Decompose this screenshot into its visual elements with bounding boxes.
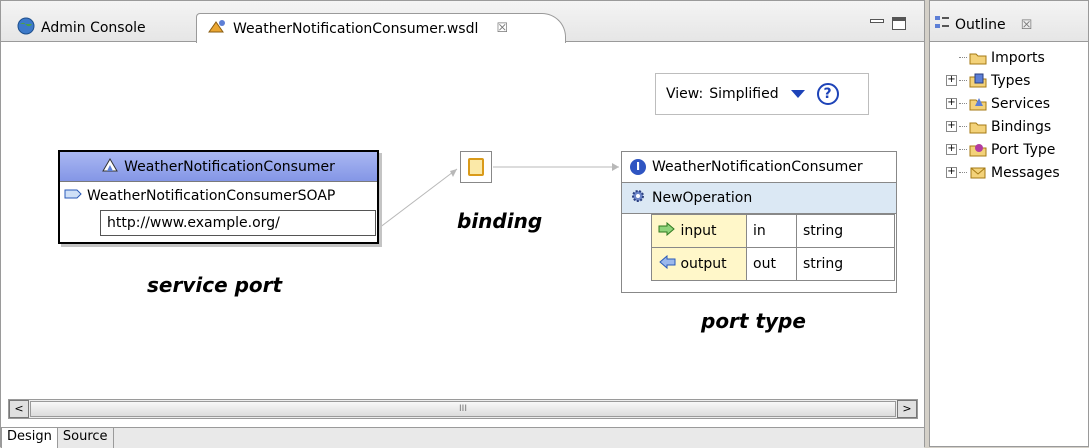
table-row[interactable]: output out string bbox=[651, 247, 895, 281]
tree-item-services[interactable]: + Services bbox=[930, 92, 1088, 115]
message-name: output bbox=[680, 256, 727, 272]
service-icon bbox=[102, 157, 119, 176]
expand-icon[interactable]: + bbox=[946, 167, 957, 178]
service-name: WeatherNotificationConsumer bbox=[124, 158, 335, 175]
view-value: Simplified bbox=[709, 86, 779, 102]
wsdl-file-icon bbox=[207, 18, 227, 40]
caption-port-type: port type bbox=[701, 309, 806, 333]
close-icon[interactable]: ☒ bbox=[1021, 18, 1033, 33]
scroll-right-button[interactable]: > bbox=[897, 400, 917, 418]
close-icon[interactable]: ☒ bbox=[496, 21, 508, 36]
port-type-box[interactable]: I WeatherNotificationConsumer NewOperati… bbox=[621, 151, 897, 293]
tab-admin-console[interactable]: Admin Console bbox=[7, 13, 192, 42]
tree-item-messages[interactable]: + Messages bbox=[930, 161, 1088, 184]
type-cell: string bbox=[796, 247, 895, 281]
type-cell: string bbox=[796, 214, 895, 248]
tree-item-label: Types bbox=[991, 72, 1031, 89]
tab-wsdl-file[interactable]: WeatherNotificationConsumer.wsdl ☒ bbox=[196, 13, 566, 43]
dropdown-arrow-icon[interactable] bbox=[790, 90, 805, 98]
output-arrow-icon bbox=[658, 254, 676, 273]
wsdl-editor: Admin Console WeatherNotificationConsume… bbox=[0, 0, 925, 448]
minimize-button[interactable] bbox=[870, 19, 884, 23]
tab-label: WeatherNotificationConsumer.wsdl bbox=[233, 20, 479, 37]
folder-icon bbox=[969, 50, 987, 66]
expand-icon[interactable]: + bbox=[946, 121, 957, 132]
tree-item-label: Messages bbox=[991, 164, 1060, 181]
outline-icon bbox=[934, 15, 950, 35]
tree-item-port-type[interactable]: + Port Type bbox=[930, 138, 1088, 161]
outline-tab-bar: Outline ☒ bbox=[930, 1, 1088, 42]
tree-item-bindings[interactable]: + Bindings bbox=[930, 115, 1088, 138]
outline-tree: Imports + Types + Services + Bindings + … bbox=[930, 42, 1088, 184]
editor-tab-bar: Admin Console WeatherNotificationConsume… bbox=[1, 1, 924, 43]
design-canvas[interactable]: View: Simplified ? WeatherNotificationCo… bbox=[1, 43, 924, 399]
port-type-name: WeatherNotificationConsumer bbox=[652, 159, 863, 175]
port-type-icon bbox=[969, 142, 987, 158]
services-icon bbox=[969, 96, 987, 112]
view-selector[interactable]: View: Simplified ? bbox=[655, 73, 869, 115]
tab-design[interactable]: Design bbox=[1, 428, 58, 448]
input-arrow-icon bbox=[658, 221, 676, 240]
types-icon bbox=[969, 73, 987, 89]
view-label: View: bbox=[666, 86, 704, 102]
output-cell[interactable]: output bbox=[651, 247, 747, 281]
expand-icon[interactable]: + bbox=[946, 98, 957, 109]
operation-name: NewOperation bbox=[652, 190, 753, 206]
tree-item-label: Port Type bbox=[991, 141, 1056, 158]
binding-box[interactable] bbox=[460, 151, 492, 183]
bindings-icon bbox=[969, 119, 987, 135]
caption-binding: binding bbox=[457, 209, 543, 233]
expand-icon[interactable]: + bbox=[946, 75, 957, 86]
tree-item-imports[interactable]: Imports bbox=[930, 46, 1088, 69]
scroll-left-button[interactable]: < bbox=[9, 400, 29, 418]
direction-cell: out bbox=[746, 247, 797, 281]
message-table: input in string output out string bbox=[651, 214, 895, 281]
globe-icon bbox=[17, 17, 35, 39]
outline-view: Outline ☒ Imports + Types + Services + B… bbox=[929, 0, 1089, 447]
binding-icon bbox=[468, 158, 484, 176]
tab-label: Admin Console bbox=[41, 19, 146, 36]
port-name: WeatherNotificationConsumerSOAP bbox=[87, 188, 336, 204]
tab-outline[interactable]: Outline ☒ bbox=[934, 15, 1032, 35]
address-field[interactable]: http://www.example.org/ bbox=[100, 210, 376, 236]
table-row[interactable]: input in string bbox=[651, 214, 895, 248]
tree-item-label: Bindings bbox=[991, 118, 1052, 135]
outline-title: Outline bbox=[955, 17, 1006, 33]
tab-source[interactable]: Source bbox=[58, 428, 114, 448]
message-name: input bbox=[680, 223, 717, 239]
service-port[interactable]: WeatherNotificationConsumerSOAP bbox=[60, 184, 377, 208]
tree-item-types[interactable]: + Types bbox=[930, 69, 1088, 92]
messages-icon bbox=[969, 165, 987, 181]
expand-icon[interactable]: + bbox=[946, 144, 957, 155]
direction-cell: in bbox=[746, 214, 797, 248]
input-cell[interactable]: input bbox=[651, 214, 747, 248]
scroll-thumb[interactable]: III bbox=[30, 401, 896, 417]
horizontal-scrollbar[interactable]: < III > bbox=[8, 399, 918, 419]
tree-item-label: Services bbox=[991, 95, 1051, 112]
port-type-header[interactable]: I WeatherNotificationConsumer bbox=[622, 152, 896, 183]
help-icon[interactable]: ? bbox=[816, 83, 839, 105]
caption-service-port: service port bbox=[147, 273, 283, 297]
editor-bottom-tabs: Design Source bbox=[1, 427, 924, 448]
tree-item-label: Imports bbox=[991, 49, 1045, 66]
service-box[interactable]: WeatherNotificationConsumer WeatherNotif… bbox=[58, 150, 379, 244]
operation-row[interactable]: NewOperation bbox=[622, 183, 896, 214]
maximize-button[interactable] bbox=[892, 17, 906, 30]
port-icon bbox=[64, 188, 82, 204]
service-header[interactable]: WeatherNotificationConsumer bbox=[60, 152, 377, 182]
interface-icon: I bbox=[630, 159, 646, 175]
gear-icon bbox=[630, 188, 646, 208]
